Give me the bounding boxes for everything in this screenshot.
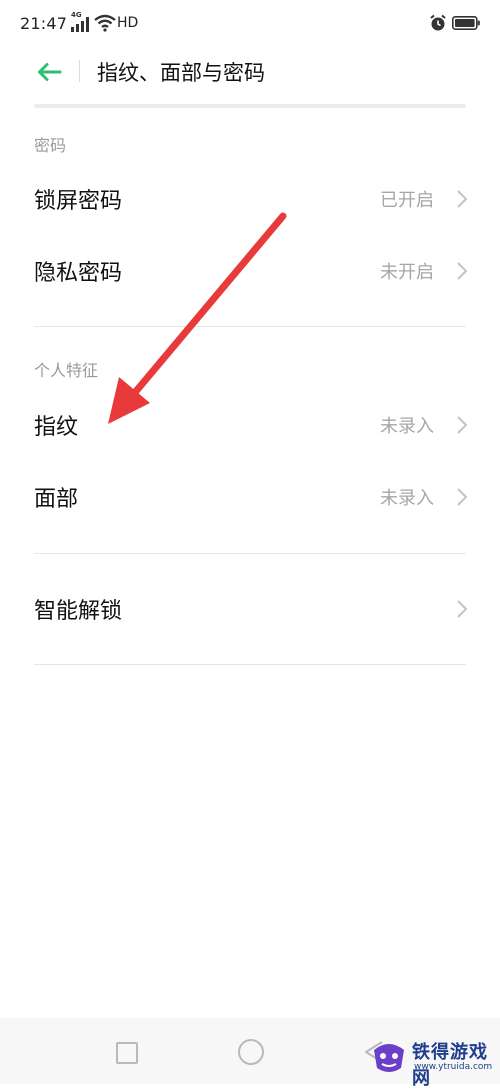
watermark: 铁得游戏网 www.ytruida.com	[368, 1032, 500, 1089]
recent-apps-icon[interactable]	[116, 1042, 138, 1064]
status-bar: 21:47 4G HD	[0, 0, 500, 48]
network-type: HD	[117, 15, 139, 31]
header-rule	[34, 104, 466, 108]
section-divider	[34, 326, 466, 327]
chevron-right-icon	[457, 488, 468, 506]
section-label-biometrics: 个人特征	[34, 361, 99, 380]
row-privacy-password[interactable]: 隐私密码 未开启	[0, 236, 500, 306]
row-lockscreen-password[interactable]: 锁屏密码 已开启	[0, 164, 500, 234]
row-status: 未录入	[380, 416, 434, 437]
row-title: 面部	[34, 487, 79, 512]
home-icon[interactable]	[238, 1039, 264, 1065]
row-title: 智能解锁	[34, 599, 123, 624]
chevron-right-icon	[457, 190, 468, 208]
chevron-right-icon	[457, 416, 468, 434]
row-title: 隐私密码	[34, 261, 123, 286]
row-title: 锁屏密码	[34, 189, 123, 214]
row-smart-unlock[interactable]: 智能解锁	[0, 574, 500, 644]
arrow-left-icon	[38, 63, 62, 81]
section-label-password: 密码	[34, 136, 67, 155]
row-title: 指纹	[34, 415, 79, 440]
row-status: 未录入	[380, 488, 434, 509]
back-button[interactable]	[34, 58, 64, 86]
chevron-right-icon	[457, 262, 468, 280]
page-title: 指纹、面部与密码	[97, 61, 265, 85]
row-face[interactable]: 面部 未录入	[0, 462, 500, 532]
section-divider	[34, 553, 466, 554]
annotation-arrow-icon	[108, 212, 287, 424]
row-status: 已开启	[380, 190, 434, 211]
signal-icon	[71, 17, 89, 32]
row-fingerprint[interactable]: 指纹 未录入	[0, 390, 500, 460]
watermark-url: www.ytruida.com	[414, 1062, 493, 1072]
chevron-right-icon	[457, 600, 468, 618]
title-separator	[79, 60, 80, 82]
status-time: 21:47	[20, 14, 68, 33]
section-divider	[34, 664, 466, 665]
battery-icon	[452, 16, 480, 30]
watermark-logo-icon	[374, 1044, 404, 1072]
row-status: 未开启	[380, 262, 434, 283]
wifi-icon	[94, 14, 116, 32]
alarm-icon	[430, 14, 446, 31]
app-bar: 指纹、面部与密码	[0, 48, 500, 104]
